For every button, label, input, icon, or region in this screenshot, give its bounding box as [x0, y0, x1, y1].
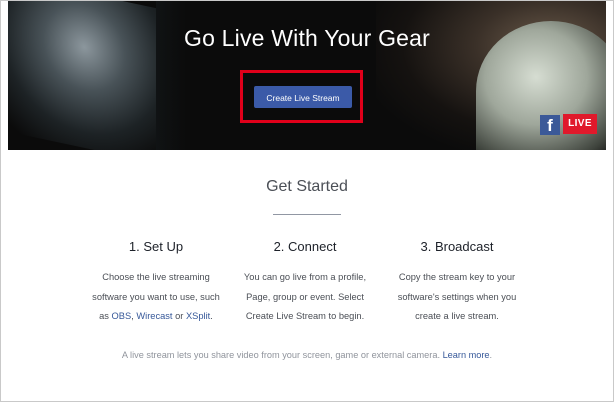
step-description: Copy the stream key to your software's s… [377, 268, 537, 327]
hero-title: Go Live With Your Gear [183, 25, 431, 51]
step-line: Create Live Stream to begin. [245, 311, 365, 321]
step-connect: 2. Connect You can go live from a profil… [225, 239, 385, 327]
footer-text: A live stream lets you share video from … [121, 350, 443, 360]
step-line: Choose the live streaming [102, 272, 210, 282]
xsplit-link[interactable]: XSplit [186, 311, 210, 321]
learn-more-link[interactable]: Learn more [443, 350, 490, 360]
footer-suffix: . [489, 350, 493, 360]
step-line: create a live stream. [415, 311, 499, 321]
step-line: software you want to use, such [92, 291, 220, 302]
section-divider [273, 214, 341, 215]
obs-link[interactable]: OBS [112, 311, 132, 321]
hero-monitor-edge [156, 1, 186, 150]
step-title: 2. Connect [273, 239, 337, 254]
step-title: 3. Broadcast [420, 239, 494, 254]
footer-note: A live stream lets you share video from … [1, 350, 613, 360]
step-line: software's settings when you [397, 291, 517, 302]
wirecast-link[interactable]: Wirecast [136, 311, 172, 321]
separator-text: or [172, 311, 186, 321]
step-text-suffix: . [210, 311, 213, 321]
step-description: You can go live from a profile, Page, gr… [225, 268, 385, 327]
step-text-prefix: as [99, 311, 112, 321]
hero-monitor-image [8, 1, 163, 150]
step-line: You can go live from a profile, [243, 272, 367, 282]
live-badge: LIVE [563, 114, 597, 134]
step-line: Page, group or event. Select [246, 291, 364, 302]
step-description: Choose the live streaming software you w… [76, 268, 236, 327]
facebook-logo-icon: f [540, 115, 560, 135]
create-live-stream-button[interactable]: Create Live Stream [254, 86, 352, 108]
get-started-title: Get Started [266, 178, 348, 195]
step-set-up: 1. Set Up Choose the live streaming soft… [76, 239, 236, 327]
step-title: 1. Set Up [128, 239, 184, 254]
step-broadcast: 3. Broadcast Copy the stream key to your… [377, 239, 537, 327]
step-line: as OBS, Wirecast or XSplit. [76, 307, 236, 327]
step-line: Copy the stream key to your [398, 272, 516, 282]
page: Go Live With Your Gear Create Live Strea… [0, 0, 614, 402]
